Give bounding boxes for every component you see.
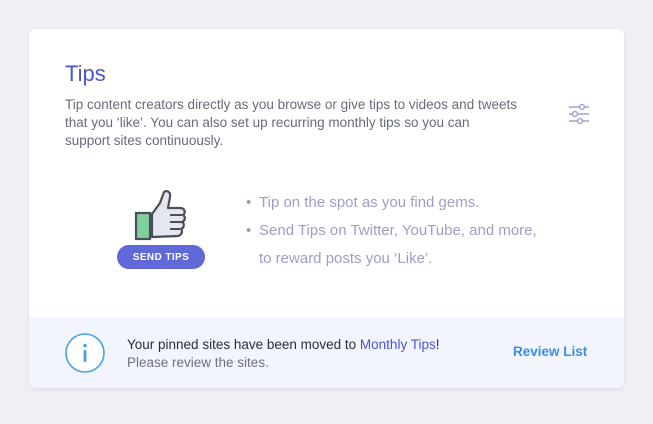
- info-icon: [65, 333, 105, 373]
- monthly-tips-link[interactable]: Monthly Tips: [360, 337, 436, 352]
- list-item: • Send Tips on Twitter, YouTube, and mor…: [246, 217, 546, 273]
- thumbs-up-icon: [134, 190, 186, 241]
- list-item: • Tip on the spot as you find gems.: [246, 189, 546, 217]
- notice-message: Your pinned sites have been moved to Mon…: [127, 337, 439, 352]
- send-tips-button[interactable]: SEND TIPS: [117, 245, 205, 269]
- review-list-link[interactable]: Review List: [513, 344, 587, 359]
- tips-card: Tips Tip content creators directly as yo…: [29, 29, 624, 388]
- tips-illustration: SEND TIPS: [117, 189, 209, 271]
- card-title: Tips: [65, 61, 106, 86]
- list-item-text: Send Tips on Twitter, YouTube, and more,…: [259, 222, 537, 267]
- notice-message-prefix: Your pinned sites have been moved to: [127, 337, 360, 352]
- card-description: Tip content creators directly as you bro…: [65, 97, 517, 148]
- list-item-text: Tip on the spot as you find gems.: [259, 194, 480, 211]
- tips-bullet-list: • Tip on the spot as you find gems. • Se…: [246, 189, 546, 273]
- bullet-dot: •: [246, 222, 252, 239]
- bullet-dot: •: [246, 194, 252, 211]
- sliders-icon[interactable]: [568, 103, 590, 125]
- notice-sub-message: Please review the sites.: [127, 355, 269, 370]
- pinned-sites-notice: Your pinned sites have been moved to Mon…: [29, 318, 624, 388]
- notice-message-suffix: !: [435, 337, 440, 352]
